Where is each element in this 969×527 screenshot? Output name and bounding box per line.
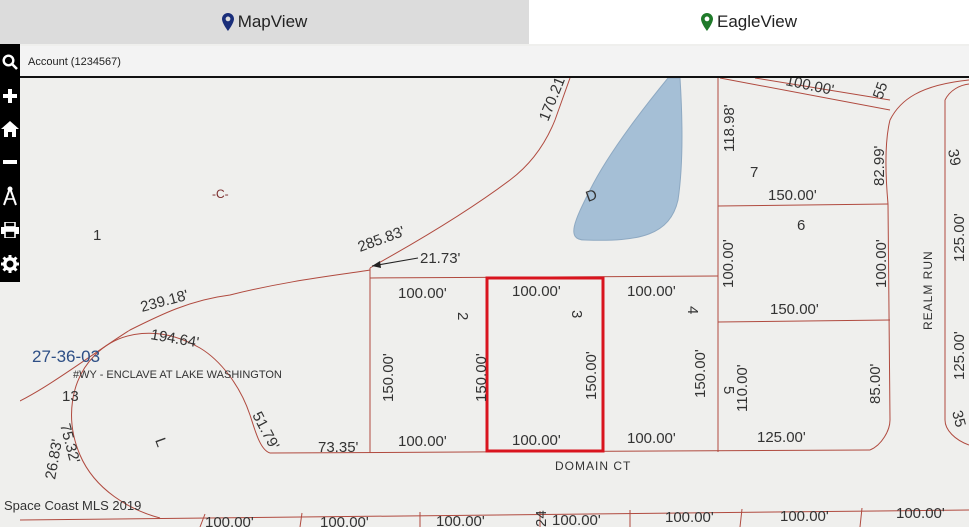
dim-bottom-2: 100.00' (320, 514, 369, 527)
tab-eagleview[interactable]: EagleView (529, 0, 969, 44)
dim-side-150b: 150.00' (473, 353, 490, 402)
dim-125-r2: 125.00' (951, 331, 968, 380)
section-label: 27-36-03 (32, 347, 100, 366)
dim-55: 55 (870, 80, 892, 101)
dim-bottom-24: 24 (533, 510, 550, 527)
dim-bot-lot5: 125.00' (757, 429, 806, 446)
dim-bottom-4: 100.00' (552, 512, 601, 527)
dim-39: 39 (944, 148, 964, 167)
account-label: Account (1234567) (28, 56, 121, 68)
dim-13: 13 (62, 388, 79, 405)
tract-l-label: L (151, 436, 170, 450)
dim-bottom-1: 100.00' (205, 514, 254, 527)
dim-bottom-3: 100.00' (436, 513, 485, 527)
dim-194: 194.64' (149, 326, 200, 351)
street-realm-run: REALM RUN (921, 250, 935, 330)
dim-side-150c: 150.00' (583, 351, 600, 400)
settings-icon[interactable] (0, 250, 20, 278)
copyright-watermark: Space Coast MLS 2019 (4, 498, 142, 513)
dim-35: 35 (948, 409, 969, 430)
dim-110: 110.00' (734, 364, 751, 412)
dim-73: 73.35' (318, 439, 359, 456)
dim-bot-lot3: 100.00' (512, 432, 561, 449)
dim-100-right: 100.00' (873, 239, 890, 288)
subdivision-label: #WY - ENCLAVE AT LAKE WASHINGTON (73, 369, 282, 381)
dim-100-vert: 100.00' (720, 239, 737, 288)
lot-4-label: 4 (684, 306, 701, 314)
search-icon[interactable] (0, 48, 20, 76)
print-icon[interactable] (0, 216, 20, 244)
zoom-out-icon[interactable] (0, 148, 20, 176)
measure-icon[interactable] (0, 182, 20, 210)
dim-bottom-6: 100.00' (780, 508, 829, 525)
dim-100-top: 100.00' (784, 78, 835, 99)
dim-85: 85.00' (867, 363, 884, 404)
dim-21: 21.73' (420, 250, 461, 267)
map-pin-icon (700, 13, 713, 31)
tab-mapview-label: MapView (237, 12, 308, 31)
lot-6-label: 6 (797, 217, 805, 234)
map-toolbar (0, 44, 20, 282)
dim-bottom-7: 100.00' (896, 505, 945, 522)
dim-150-lot5: 150.00' (770, 301, 819, 318)
dim-top-lot4: 100.00' (627, 283, 676, 300)
dim-118: 118.98' (721, 104, 738, 152)
dim-bottom-5: 100.00' (665, 509, 714, 526)
lot-2-label: 2 (454, 312, 471, 320)
home-icon[interactable] (0, 115, 20, 143)
zoom-in-icon[interactable] (0, 82, 20, 110)
map-pin-icon (221, 13, 234, 31)
parcel-map[interactable]: 27-36-03 #WY - ENCLAVE AT LAKE WASHINGTO… (20, 78, 969, 527)
dim-125-r1: 125.00' (951, 213, 968, 262)
dim-51: 51.79' (248, 409, 282, 453)
lot-3-label: 3 (568, 310, 585, 318)
dim-side-150a: 150.00' (380, 353, 397, 402)
account-bar: Account (1234567) (20, 46, 969, 78)
dim-bot-lot2: 100.00' (398, 433, 447, 450)
tab-mapview[interactable]: MapView (0, 0, 529, 44)
lake-shape (573, 78, 683, 241)
dim-top-lot2: 100.00' (398, 285, 447, 302)
dimension-arrow (371, 257, 419, 268)
view-tabs: MapView EagleView (0, 0, 969, 44)
dim-26: 26.83' (42, 438, 66, 481)
dim-150-lot7: 150.00' (768, 187, 817, 204)
dim-bot-lot4: 100.00' (627, 430, 676, 447)
dim-170: 170.21 (536, 78, 569, 123)
lot-7-label: 7 (750, 164, 758, 181)
dim-top-lot3: 100.00' (512, 283, 561, 300)
tab-eagleview-label: EagleView (716, 12, 798, 31)
dim-82: 82.99' (871, 145, 888, 186)
dim-side-150d: 150.00' (692, 349, 709, 398)
street-domain-ct: DOMAIN CT (555, 459, 631, 473)
tract-c-label: -C- (212, 187, 229, 201)
dim-239: 239.18' (139, 287, 191, 316)
lot-1-label: 1 (93, 227, 101, 244)
